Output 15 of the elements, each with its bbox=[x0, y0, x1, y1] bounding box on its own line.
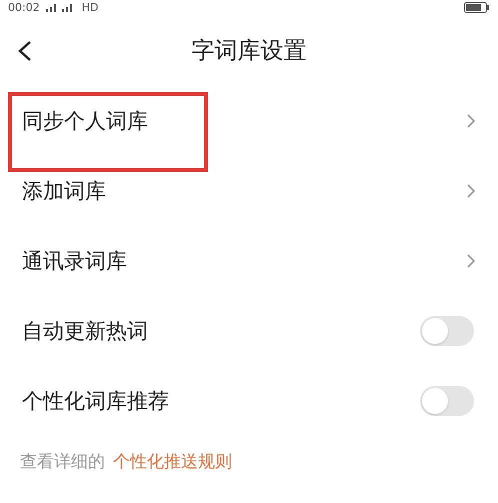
toggle-switch[interactable] bbox=[420, 316, 474, 346]
setting-label[interactable]: 通讯录词库 bbox=[22, 247, 127, 275]
page-title: 字词库设置 bbox=[192, 36, 306, 66]
battery-icon bbox=[464, 2, 490, 12]
setting-label[interactable]: 同步个人词库 bbox=[22, 107, 148, 135]
footer-text: 查看详细的 bbox=[20, 451, 105, 473]
toggle-switch[interactable] bbox=[420, 386, 474, 416]
chevron-right-icon[interactable] bbox=[466, 113, 476, 129]
chevron-right-icon[interactable] bbox=[466, 253, 476, 269]
chevron-right-icon[interactable] bbox=[466, 183, 476, 199]
network-label: HD bbox=[82, 0, 98, 14]
setting-label[interactable]: 自动更新热词 bbox=[22, 317, 148, 345]
status-time: 00:02 bbox=[8, 0, 40, 14]
setting-label[interactable]: 个性化词库推荐 bbox=[22, 387, 169, 415]
setting-label[interactable]: 添加词库 bbox=[22, 177, 106, 205]
